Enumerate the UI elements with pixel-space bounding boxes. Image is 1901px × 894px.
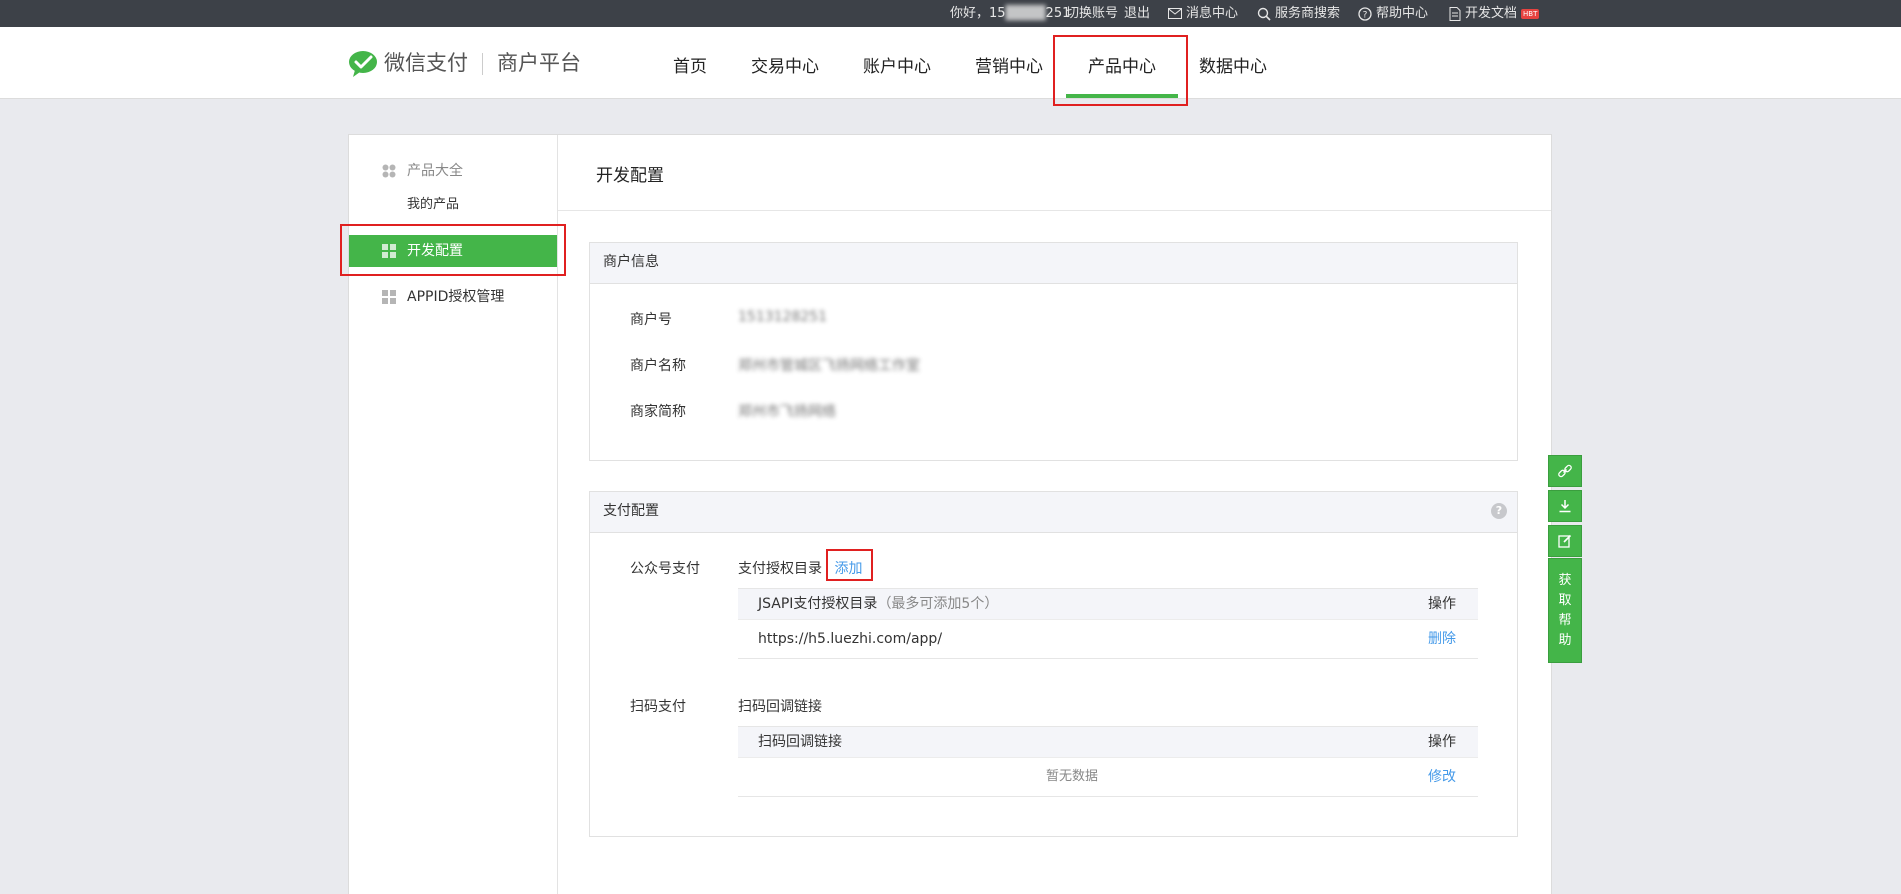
- jsapi-pay-label: 公众号支付: [630, 561, 700, 577]
- sidebar-item-label: 开发配置: [407, 243, 463, 259]
- greeting-text: 你好，15: [950, 6, 1006, 21]
- link-icon: [1558, 464, 1572, 478]
- native-callback-title: 扫码回调链接: [738, 699, 822, 715]
- help-center-label: 帮助中心: [1376, 6, 1429, 21]
- help-char: 获: [1558, 573, 1572, 588]
- empty-data-text: 暂无数据: [1045, 769, 1098, 784]
- sidebar-item-label: 我的产品: [407, 197, 460, 212]
- nav-data-center[interactable]: 数据中心: [1198, 27, 1268, 98]
- apps-icon: [382, 164, 396, 178]
- nav-product-center[interactable]: 产品中心: [1066, 27, 1178, 98]
- native-callback-table: 扫码回调链接 操作 暂无数据 修改: [738, 726, 1478, 797]
- float-get-help-button[interactable]: 获 取 帮 助: [1548, 558, 1582, 663]
- download-icon: [1559, 500, 1571, 513]
- provider-search-link[interactable]: 服务商搜索: [1257, 0, 1340, 27]
- merchant-name-value: 郑州市管城区飞扬网络工作室: [738, 358, 920, 374]
- provider-search-label: 服务商搜索: [1275, 6, 1341, 21]
- svg-text:?: ?: [1363, 10, 1368, 20]
- pay-dir-title-text: 支付授权目录: [738, 561, 822, 577]
- table-header-action: 操作: [1428, 596, 1456, 612]
- section-title: 支付配置: [603, 503, 659, 519]
- question-circle-icon: ?: [1358, 6, 1372, 21]
- logo-divider: [482, 53, 483, 75]
- jsapi-header-text: JSAPI支付授权目录: [758, 596, 878, 612]
- help-center-link[interactable]: ? 帮助中心: [1358, 0, 1428, 27]
- merchant-info-header: 商户信息: [590, 243, 1517, 284]
- float-edit-button[interactable]: [1548, 525, 1582, 557]
- page-title: 开发配置: [596, 166, 664, 186]
- main-panel: 产品大全 我的产品 开发配置 APPID授权管理 开发配置 商户信息 商户号 1…: [348, 134, 1552, 894]
- pay-dir-title: 支付授权目录 添加: [738, 558, 862, 578]
- pay-config-section: 支付配置 ? 公众号支付 支付授权目录 添加 JSAPI支付授权目录（最多可添加…: [589, 491, 1518, 837]
- nav-account-center[interactable]: 账户中心: [862, 27, 932, 98]
- dev-docs-badge: HBT: [1521, 8, 1540, 19]
- search-icon: [1257, 7, 1271, 21]
- jsapi-limit-hint: （最多可添加5个）: [877, 596, 999, 612]
- table-row: 暂无数据 修改: [738, 757, 1478, 797]
- grid-icon: [382, 244, 396, 258]
- logout-link[interactable]: 退出: [1124, 0, 1150, 27]
- table-header: 扫码回调链接 操作: [738, 726, 1478, 757]
- merchant-id-value: 1513128251: [738, 309, 828, 325]
- top-bar: 你好，15████251 切换账号 退出 消息中心 服务商搜索 ? 帮助中心 开发…: [0, 0, 1901, 27]
- merchant-short-name-label: 商家简称: [630, 404, 686, 420]
- table-row: https://h5.luezhi.com/app/ 删除: [738, 619, 1478, 659]
- nav-trade-center[interactable]: 交易中心: [750, 27, 820, 98]
- sidebar-group-label: 产品大全: [407, 163, 463, 179]
- wechat-pay-logo-icon: [349, 51, 377, 77]
- merchant-id-label: 商户号: [630, 312, 672, 328]
- grid-icon: [382, 290, 396, 304]
- title-divider: [558, 210, 1551, 211]
- section-title: 商户信息: [603, 254, 659, 270]
- help-char: 帮: [1558, 613, 1572, 628]
- table-header: JSAPI支付授权目录（最多可添加5个） 操作: [738, 588, 1478, 619]
- jsapi-dir-url: https://h5.luezhi.com/app/: [758, 631, 943, 647]
- merchant-name-label: 商户名称: [630, 358, 686, 374]
- messages-link[interactable]: 消息中心: [1168, 0, 1238, 27]
- sidebar: 产品大全 我的产品 开发配置 APPID授权管理: [349, 135, 558, 894]
- sidebar-item-dev-config[interactable]: 开发配置: [349, 235, 557, 267]
- merchant-short-name-value: 郑州市飞扬网络: [738, 404, 836, 420]
- logo-product: 商户平台: [497, 51, 581, 75]
- nav-active-indicator: [1066, 94, 1178, 98]
- table-header-dir: JSAPI支付授权目录（最多可添加5个）: [758, 589, 998, 619]
- help-char: 取: [1558, 593, 1572, 608]
- nav-marketing-center[interactable]: 营销中心: [974, 27, 1044, 98]
- float-download-button[interactable]: [1548, 490, 1582, 522]
- jsapi-dir-table: JSAPI支付授权目录（最多可添加5个） 操作 https://h5.luezh…: [738, 588, 1478, 659]
- mail-icon: [1168, 8, 1182, 19]
- logo-brand: 微信支付: [384, 51, 468, 75]
- table-header-action: 操作: [1428, 734, 1456, 750]
- logo[interactable]: 微信支付 商户平台: [348, 49, 581, 77]
- table-header-callback: 扫码回调链接: [758, 734, 842, 750]
- help-icon[interactable]: ?: [1491, 503, 1507, 519]
- modify-link[interactable]: 修改: [1406, 758, 1478, 796]
- sidebar-item-appid-auth[interactable]: APPID授权管理: [349, 281, 557, 313]
- main-header: 微信支付 商户平台 首页 交易中心 账户中心 营销中心 产品中心 数据中心: [0, 27, 1901, 99]
- sidebar-item-label: APPID授权管理: [407, 289, 505, 305]
- add-pay-dir-link[interactable]: 添加: [834, 561, 862, 577]
- sidebar-item-my-products[interactable]: 我的产品: [349, 189, 557, 221]
- sidebar-group-products[interactable]: 产品大全: [349, 155, 557, 187]
- document-icon: [1449, 6, 1461, 21]
- dev-docs-label: 开发文档: [1465, 6, 1518, 21]
- pay-config-header: 支付配置 ?: [590, 492, 1517, 533]
- float-link-button[interactable]: [1548, 455, 1582, 487]
- help-char: 助: [1558, 633, 1572, 648]
- user-greeting: 你好，15████251: [950, 0, 1070, 27]
- switch-account-link[interactable]: 切换账号: [1066, 0, 1118, 27]
- account-masked: ████: [1005, 6, 1046, 21]
- messages-label: 消息中心: [1186, 6, 1239, 21]
- delete-link[interactable]: 删除: [1406, 620, 1478, 658]
- native-pay-label: 扫码支付: [630, 699, 686, 715]
- nav-home[interactable]: 首页: [666, 27, 714, 98]
- edit-icon: [1558, 534, 1572, 548]
- dev-docs-link[interactable]: 开发文档 HBT: [1449, 0, 1540, 27]
- merchant-info-section: 商户信息 商户号 1513128251 商户名称 郑州市管城区飞扬网络工作室 商…: [589, 242, 1518, 461]
